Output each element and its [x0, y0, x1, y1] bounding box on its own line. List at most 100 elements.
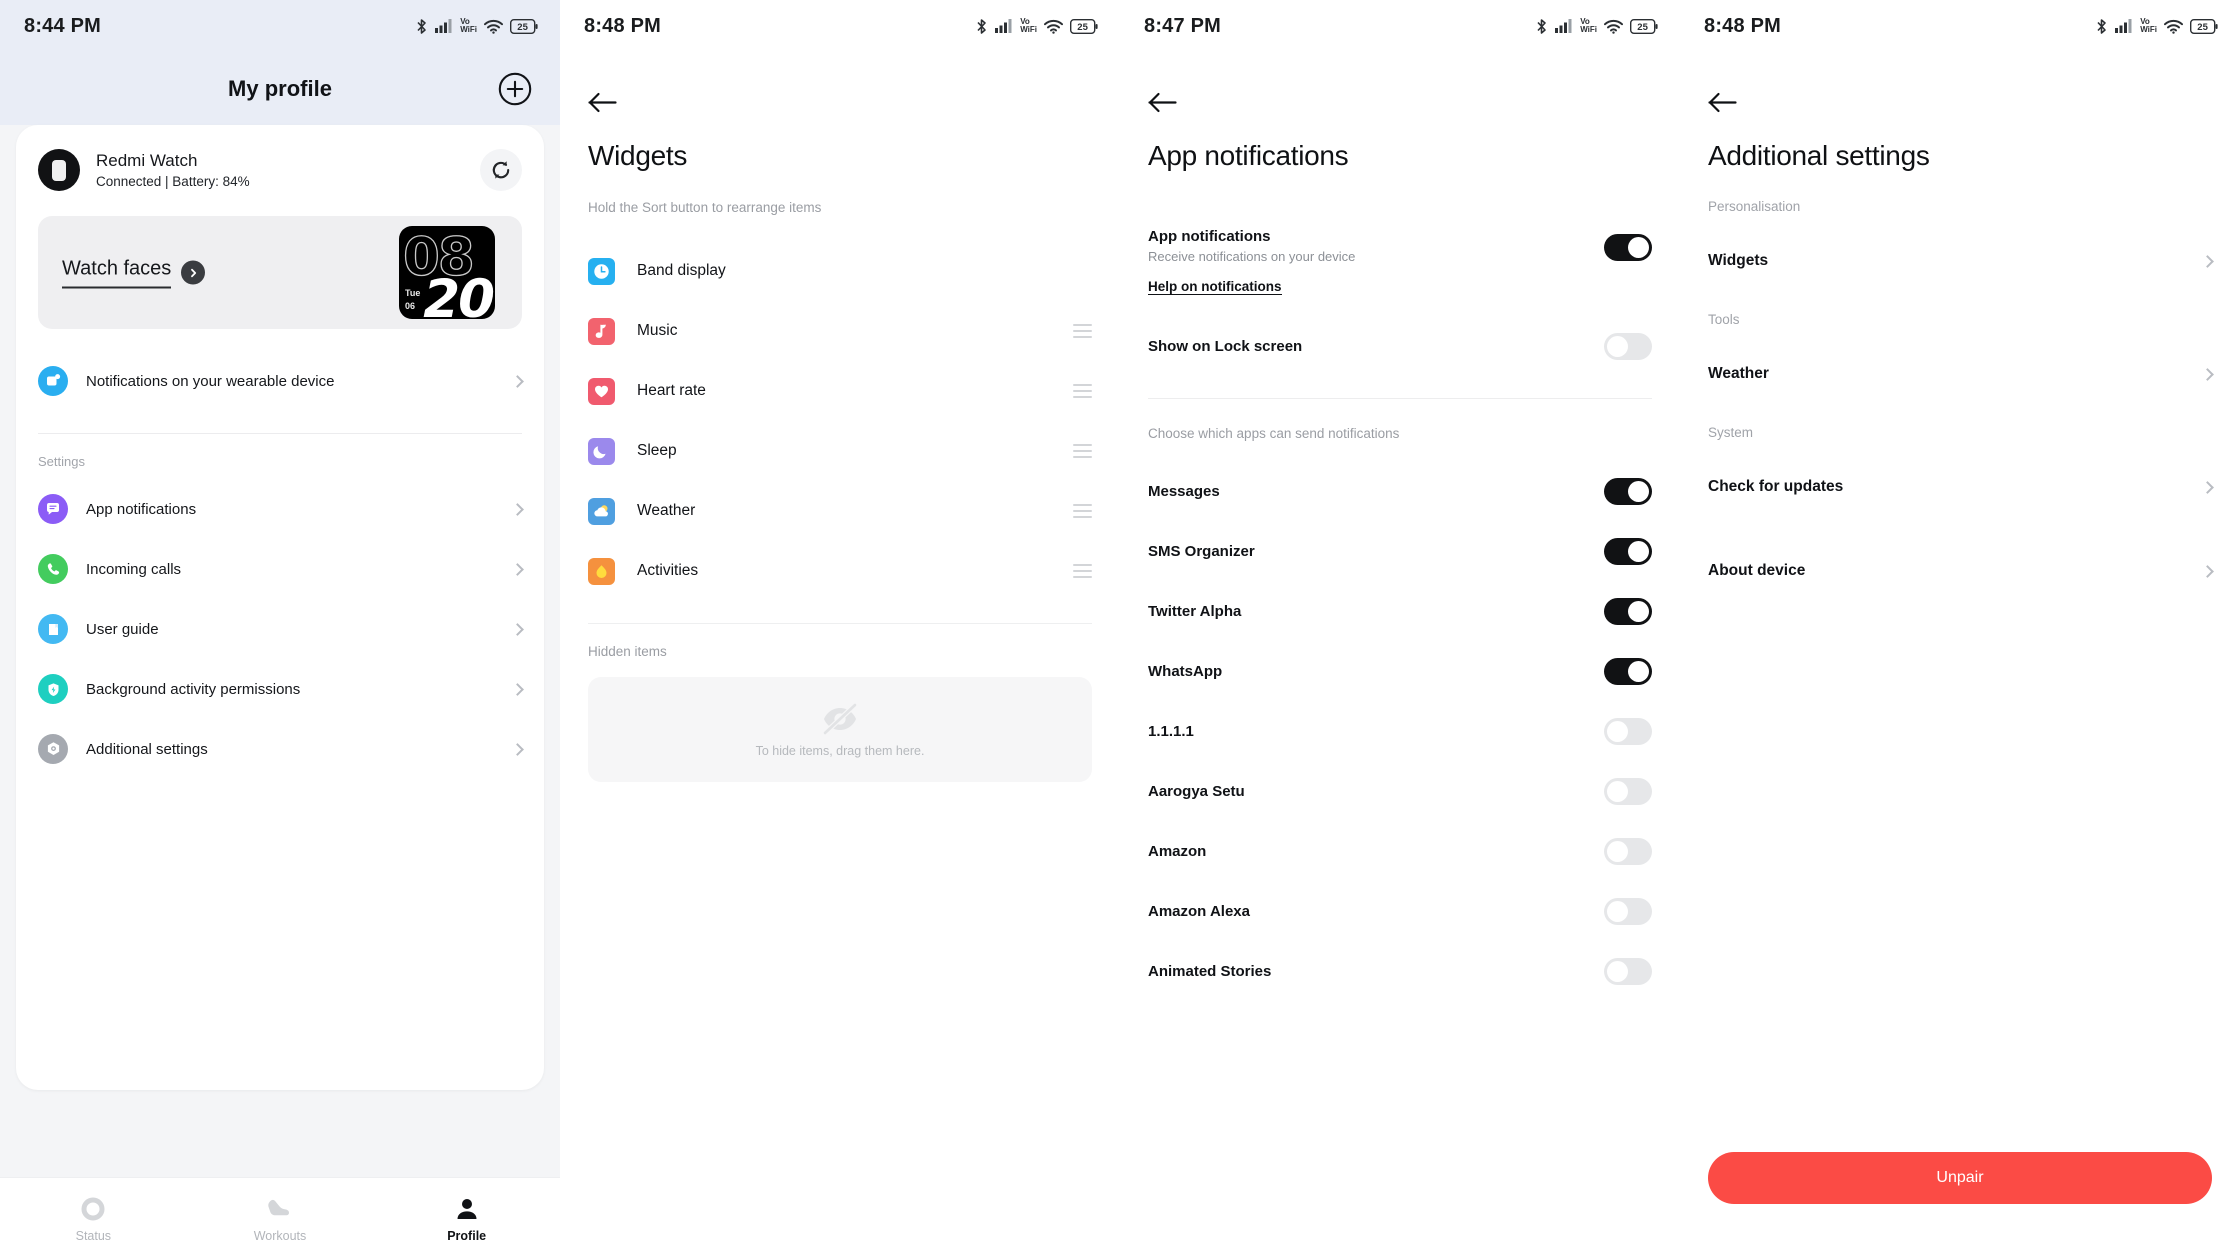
page-title: Widgets: [588, 140, 688, 171]
settings-section-header: Settings: [38, 454, 85, 469]
app-name: WhatsApp: [1148, 662, 1223, 680]
lock-screen-row[interactable]: Show on Lock screen: [1120, 316, 1680, 376]
app-toggle[interactable]: [1604, 477, 1652, 505]
chevron-right-icon: [2201, 564, 2214, 578]
list-item-label: Activities: [637, 562, 699, 579]
list-item[interactable]: Music: [560, 301, 1120, 361]
app-toggle[interactable]: [1604, 837, 1652, 865]
master-notification-subtitle: Receive notifications on your device: [1148, 249, 1356, 264]
app-toggle[interactable]: [1604, 657, 1652, 685]
master-notification-row[interactable]: App notifications Receive notifications …: [1120, 228, 1680, 296]
add-device-button[interactable]: [498, 72, 532, 106]
sidebar-item-about-device[interactable]: About device: [1680, 542, 2240, 600]
tab-profile[interactable]: Profile: [373, 1178, 560, 1260]
cellular-signal-icon: [435, 19, 453, 33]
watch-face-minute: 20: [423, 269, 495, 319]
sidebar-item-widgets[interactable]: Widgets: [1680, 232, 2240, 290]
music-note-icon: [588, 317, 615, 345]
master-notification-toggle[interactable]: [1604, 234, 1652, 261]
list-item[interactable]: Heart rate: [560, 361, 1120, 421]
sidebar-item-additional-settings[interactable]: Additional settings: [16, 719, 544, 779]
eye-off-icon: [823, 702, 857, 735]
app-name: Amazon Alexa: [1148, 902, 1250, 920]
group-header-personalisation: Personalisation: [1708, 199, 1801, 214]
sidebar-item-app-notifications[interactable]: App notifications: [16, 479, 544, 539]
watch-face-day: Tue: [405, 288, 421, 298]
status-bar-icons: Vo WiFi 25: [415, 17, 538, 35]
refresh-button[interactable]: [480, 149, 522, 191]
bluetooth-icon: [415, 18, 428, 35]
svg-text:25: 25: [1077, 22, 1088, 33]
app-toggle[interactable]: [1604, 597, 1652, 625]
sidebar-item-background-activity-permissions[interactable]: Background activity permissions: [16, 659, 544, 719]
list-item[interactable]: Messages: [1120, 461, 1680, 521]
list-item[interactable]: SMS Organizer: [1120, 521, 1680, 581]
sort-handle-icon[interactable]: [1073, 324, 1092, 338]
chevron-right-icon: [511, 562, 524, 576]
tab-workouts[interactable]: Workouts: [187, 1178, 374, 1260]
sort-handle-icon[interactable]: [1073, 504, 1092, 518]
back-button[interactable]: [560, 52, 620, 118]
sort-handle-icon[interactable]: [1073, 384, 1092, 398]
app-toggle[interactable]: [1604, 537, 1652, 565]
watch-avatar-icon: [38, 149, 80, 191]
app-toggle[interactable]: [1604, 897, 1652, 925]
app-toggle[interactable]: [1604, 777, 1652, 805]
list-item[interactable]: Weather: [560, 481, 1120, 541]
clock-icon: [588, 257, 615, 285]
status-bar: 8:48 PM Vo WiFi 25: [1680, 0, 2240, 52]
sidebar-item-label: Background activity permissions: [86, 680, 301, 698]
list-item[interactable]: WhatsApp: [1120, 641, 1680, 701]
app-toggle[interactable]: [1604, 717, 1652, 745]
sidebar-item-label: User guide: [86, 620, 159, 638]
profile-top-bar: 8:44 PM Vo WiFi 25 My profile: [0, 0, 560, 125]
unpair-button[interactable]: Unpair: [1708, 1152, 2212, 1204]
list-item[interactable]: Animated Stories: [1120, 941, 1680, 1001]
back-button[interactable]: [1120, 52, 1180, 118]
list-item[interactable]: Activities: [560, 541, 1120, 601]
device-name: Redmi Watch: [96, 150, 198, 170]
list-item[interactable]: Sleep: [560, 421, 1120, 481]
sidebar-item-user-guide[interactable]: User guide: [16, 599, 544, 659]
status-bar: 8:48 PM Vo WiFi 25: [560, 0, 1120, 52]
panel-app-notifications: 8:47 PM Vo WiFi 25 App notifications App …: [1120, 0, 1680, 1260]
tab-label: Status: [75, 1228, 112, 1243]
app-name: SMS Organizer: [1148, 542, 1255, 560]
bluetooth-icon: [2095, 18, 2108, 35]
hidden-items-header: Hidden items: [588, 644, 667, 659]
sun-cloud-icon: [588, 497, 615, 525]
list-item[interactable]: 1.1.1.1: [1120, 701, 1680, 761]
list-item[interactable]: Band display: [560, 241, 1120, 301]
help-on-notifications-link[interactable]: Help on notifications: [1148, 279, 1282, 295]
device-row[interactable]: Redmi Watch Connected | Battery: 84%: [16, 125, 544, 191]
bluetooth-icon: [975, 18, 988, 35]
tab-status[interactable]: Status: [0, 1178, 187, 1260]
sidebar-item-check-for-updates[interactable]: Check for updates: [1680, 458, 2240, 516]
status-bar: 8:47 PM Vo WiFi 25: [1120, 0, 1680, 52]
hidden-items-dropzone[interactable]: To hide items, drag them here.: [588, 677, 1092, 782]
app-toggle[interactable]: [1604, 957, 1652, 985]
list-item[interactable]: Twitter Alpha: [1120, 581, 1680, 641]
watch-faces-card[interactable]: Watch faces 08 20 Tue 06: [38, 216, 522, 329]
lock-screen-toggle[interactable]: [1604, 332, 1652, 360]
app-name: 1.1.1.1: [1148, 722, 1194, 740]
status-bar-clock: 8:48 PM: [1704, 14, 1781, 37]
chevron-right-icon: [511, 374, 524, 388]
back-button[interactable]: [1680, 52, 1740, 118]
list-item[interactable]: Amazon: [1120, 821, 1680, 881]
sidebar-item-incoming-calls[interactable]: Incoming calls: [16, 539, 544, 599]
chevron-right-icon: [511, 502, 524, 516]
status-bar-icons: Vo WiFi 25: [975, 17, 1098, 35]
list-item[interactable]: Amazon Alexa: [1120, 881, 1680, 941]
widget-list: Band display Music Heart rate Sleep Weat…: [560, 241, 1120, 601]
wearable-notification-icon: [38, 366, 68, 396]
sort-handle-icon[interactable]: [1073, 564, 1092, 578]
page-title: Additional settings: [1708, 140, 1930, 171]
sort-handle-icon[interactable]: [1073, 444, 1092, 458]
sidebar-item-wearable-notifications[interactable]: Notifications on your wearable device: [16, 351, 544, 411]
bottom-tab-bar: Status Workouts Profile: [0, 1177, 560, 1260]
list-item[interactable]: Aarogya Setu: [1120, 761, 1680, 821]
sidebar-item-weather[interactable]: Weather: [1680, 345, 2240, 403]
wifi-icon: [1604, 19, 1623, 34]
list-item-label: Music: [637, 322, 678, 339]
